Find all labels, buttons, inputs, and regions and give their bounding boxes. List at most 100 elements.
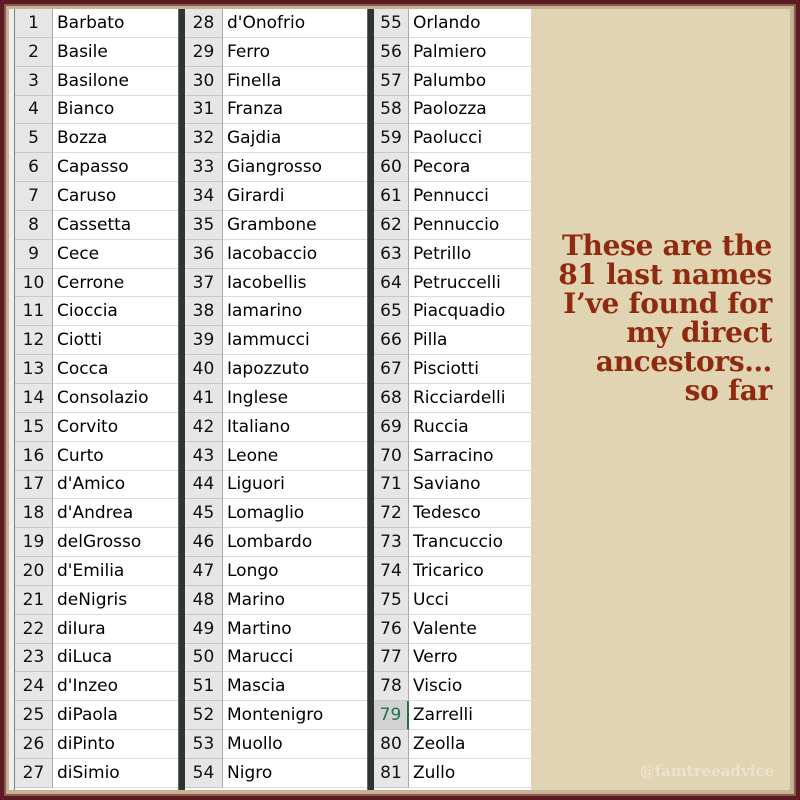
- row-number[interactable]: 71: [374, 470, 409, 500]
- row-number[interactable]: 57: [374, 66, 409, 96]
- surname-cell[interactable]: Ucci: [409, 585, 531, 615]
- surname-cell[interactable]: Iamarino: [223, 297, 367, 327]
- table-row[interactable]: 51 Mascia: [185, 672, 367, 702]
- table-row[interactable]: 22 diIura: [15, 614, 178, 644]
- surname-cell[interactable]: Gajdia: [223, 124, 367, 154]
- row-number[interactable]: 52: [185, 701, 223, 731]
- table-row[interactable]: 12 Ciotti: [15, 326, 178, 356]
- row-number[interactable]: 62: [374, 210, 409, 240]
- surname-cell[interactable]: diSimio: [53, 758, 178, 788]
- row-number[interactable]: 73: [374, 528, 409, 558]
- row-number[interactable]: 80: [374, 730, 409, 759]
- row-number[interactable]: 19: [15, 528, 53, 558]
- row-number[interactable]: 45: [185, 499, 223, 529]
- row-number[interactable]: 50: [185, 643, 223, 673]
- surname-cell[interactable]: Orlando: [409, 9, 531, 38]
- row-number[interactable]: 66: [374, 326, 409, 356]
- table-row[interactable]: 1 Barbato: [15, 9, 178, 38]
- surname-cell[interactable]: Cerrone: [53, 268, 178, 298]
- row-number[interactable]: 29: [185, 37, 223, 67]
- table-row[interactable]: 28 d'Onofrio: [185, 9, 367, 38]
- surname-cell[interactable]: Franza: [223, 95, 367, 125]
- row-number[interactable]: 12: [15, 326, 53, 356]
- surname-cell[interactable]: Basilone: [53, 66, 178, 96]
- table-row[interactable]: 13 Cocca: [15, 355, 178, 384]
- surname-cell[interactable]: Liguori: [223, 470, 367, 500]
- table-row[interactable]: 3 Basilone: [15, 66, 178, 96]
- table-row[interactable]: 44 Liguori: [185, 470, 367, 500]
- surname-cell[interactable]: Iammucci: [223, 326, 367, 356]
- row-number[interactable]: 25: [15, 701, 53, 731]
- table-row[interactable]: 77 Verro: [374, 643, 531, 673]
- table-row[interactable]: 34 Girardi: [185, 182, 367, 211]
- row-number[interactable]: 48: [185, 585, 223, 615]
- row-number[interactable]: 16: [15, 441, 53, 471]
- surname-cell[interactable]: Pilla: [409, 326, 531, 356]
- table-row[interactable]: 5 Bozza: [15, 124, 178, 154]
- surname-cell[interactable]: Muollo: [223, 730, 367, 759]
- row-number[interactable]: 10: [15, 268, 53, 298]
- table-row[interactable]: 48 Marino: [185, 585, 367, 615]
- surname-cell[interactable]: Ferro: [223, 37, 367, 67]
- surname-cell[interactable]: diIura: [53, 614, 178, 644]
- row-number[interactable]: 30: [185, 66, 223, 96]
- row-number[interactable]: 72: [374, 499, 409, 529]
- table-row[interactable]: 30 Finella: [185, 66, 367, 96]
- table-row[interactable]: 55 Orlando: [374, 9, 531, 38]
- surname-cell[interactable]: Trancuccio: [409, 528, 531, 558]
- surname-cell[interactable]: diPinto: [53, 730, 178, 759]
- surname-cell[interactable]: Pecora: [409, 153, 531, 183]
- surname-cell[interactable]: Montenigro: [223, 701, 367, 731]
- table-row[interactable]: 56 Palmiero: [374, 37, 531, 67]
- table-row[interactable]: 29 Ferro: [185, 37, 367, 67]
- table-row[interactable]: 72 Tedesco: [374, 499, 531, 529]
- row-number[interactable]: 23: [15, 643, 53, 673]
- surname-cell[interactable]: Girardi: [223, 182, 367, 211]
- table-row[interactable]: 81 Zullo: [374, 758, 531, 788]
- table-row[interactable]: 26 diPinto: [15, 730, 178, 759]
- row-number[interactable]: 61: [374, 182, 409, 211]
- surname-cell[interactable]: Palumbo: [409, 66, 531, 96]
- table-row[interactable]: 36 Iacobaccio: [185, 239, 367, 269]
- row-number[interactable]: 39: [185, 326, 223, 356]
- surname-cell[interactable]: Basile: [53, 37, 178, 67]
- row-number[interactable]: 40: [185, 355, 223, 384]
- surname-cell[interactable]: Tricarico: [409, 557, 531, 586]
- table-row[interactable]: 61 Pennucci: [374, 182, 531, 211]
- table-row[interactable]: 64 Petruccelli: [374, 268, 531, 298]
- surname-cell[interactable]: delGrosso: [53, 528, 178, 558]
- table-row[interactable]: 39 Iammucci: [185, 326, 367, 356]
- surname-cell[interactable]: Corvito: [53, 412, 178, 442]
- row-number[interactable]: 27: [15, 758, 53, 788]
- table-row[interactable]: 38 Iamarino: [185, 297, 367, 327]
- row-number[interactable]: 1: [15, 9, 53, 38]
- table-row[interactable]: 75 Ucci: [374, 585, 531, 615]
- row-number[interactable]: 60: [374, 153, 409, 183]
- row-number[interactable]: 20: [15, 557, 53, 586]
- table-row[interactable]: 42 Italiano: [185, 412, 367, 442]
- table-row[interactable]: 47 Longo: [185, 557, 367, 586]
- row-number[interactable]: 18: [15, 499, 53, 529]
- table-row[interactable]: 37 Iacobellis: [185, 268, 367, 298]
- surname-cell[interactable]: Verro: [409, 643, 531, 673]
- table-row[interactable]: 78 Viscio: [374, 672, 531, 702]
- table-row[interactable]: 10 Cerrone: [15, 268, 178, 298]
- row-number[interactable]: 76: [374, 614, 409, 644]
- row-number[interactable]: 79: [374, 701, 409, 731]
- surname-cell[interactable]: Pennuccio: [409, 210, 531, 240]
- row-number[interactable]: 31: [185, 95, 223, 125]
- row-number[interactable]: 35: [185, 210, 223, 240]
- table-row[interactable]: 74 Tricarico: [374, 557, 531, 586]
- table-row[interactable]: 24 d'Inzeo: [15, 672, 178, 702]
- surname-cell[interactable]: Zarrelli: [409, 701, 531, 731]
- surname-cell[interactable]: deNigris: [53, 585, 178, 615]
- surname-cell[interactable]: Cocca: [53, 355, 178, 384]
- row-number[interactable]: 41: [185, 383, 223, 413]
- surname-cell[interactable]: Ruccia: [409, 412, 531, 442]
- table-row[interactable]: 53 Muollo: [185, 730, 367, 759]
- surname-cell[interactable]: Valente: [409, 614, 531, 644]
- row-number[interactable]: 56: [374, 37, 409, 67]
- table-row[interactable]: 17 d'Amico: [15, 470, 178, 500]
- surname-cell[interactable]: Ciotti: [53, 326, 178, 356]
- row-number[interactable]: 53: [185, 730, 223, 759]
